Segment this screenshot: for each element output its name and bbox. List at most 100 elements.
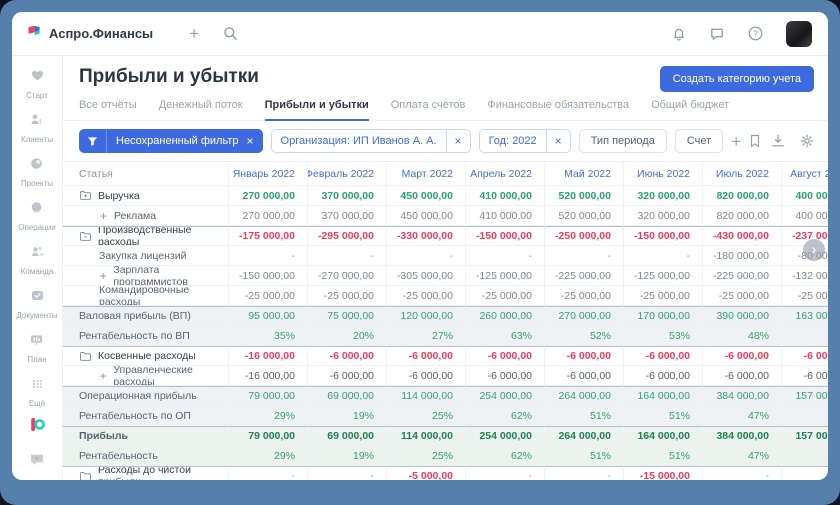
table-row-1[interactable]: +Реклама270 000,00370 000,00450 000,0041… <box>63 206 828 226</box>
value-cell: 254 000,00 <box>465 426 544 446</box>
remove-filter-icon[interactable]: × <box>244 134 263 148</box>
table-row-9[interactable]: +Управленческие расходы-16 000,00-6 000,… <box>63 366 828 386</box>
svg-text:?: ? <box>753 28 758 38</box>
value-cell: 260 000,00 <box>465 306 544 326</box>
avatar[interactable] <box>786 21 812 47</box>
column-header-month-6[interactable]: Июль 2022 <box>702 162 781 186</box>
create-category-button[interactable]: Создать категорию учета <box>660 66 814 92</box>
value-cell: 63% <box>465 326 544 346</box>
column-header-month-1[interactable]: Февраль 2022 <box>307 162 386 186</box>
sidebar-item-label: Операции <box>18 223 55 232</box>
sidebar-item-1[interactable]: Клиенты <box>21 112 53 144</box>
aspro-logo-icon[interactable] <box>29 416 46 438</box>
table-row-4[interactable]: +Зарплата программистов-150 000,00-270 0… <box>63 266 828 286</box>
folder-icon[interactable] <box>79 351 92 362</box>
tab-5[interactable]: Общий бюджет <box>651 99 729 121</box>
scroll-next-button[interactable]: › <box>803 239 825 261</box>
value-cell: 47% <box>702 406 781 426</box>
value-cell: 62% <box>465 446 544 466</box>
account-chip[interactable]: Счет <box>675 129 723 153</box>
value-cell: -25 000,00 <box>228 286 307 306</box>
row-label-cell: +Реклама <box>63 206 228 226</box>
sidebar-item-5[interactable]: Документы <box>16 288 57 320</box>
clients-icon <box>29 112 44 132</box>
sidebar-item-3[interactable]: Операции <box>18 200 55 232</box>
row-label: Закупка лицензий <box>99 250 186 262</box>
table-row-13[interactable]: Рентабельность29%19%25%62%51%51%47% <box>63 446 828 466</box>
create-quick-icon[interactable]: + <box>189 25 199 42</box>
table-row-12[interactable]: Прибыль79 000,0069 000,00114 000,00254 0… <box>63 426 828 446</box>
tab-0[interactable]: Все отчёты <box>79 99 137 121</box>
table-row-0[interactable]: Выручка270 000,00370 000,00450 000,00410… <box>63 186 828 206</box>
row-label-cell: Косвенные расходы <box>63 346 228 366</box>
sidebar-item-6[interactable]: План <box>27 332 46 364</box>
value-cell: - <box>623 246 702 266</box>
table-row-6[interactable]: Валовая прибыль (ВП)95 000,0075 000,0012… <box>63 306 828 326</box>
gear-icon[interactable] <box>800 134 814 148</box>
sidebar-item-4[interactable]: Команда <box>21 244 54 276</box>
value-cell: -6 000,00 <box>465 366 544 386</box>
value-cell: 51% <box>544 446 623 466</box>
value-cell: 157 000,00 <box>781 426 828 446</box>
expand-plus-icon[interactable]: + <box>99 269 107 283</box>
tab-4[interactable]: Финансовые обязательства <box>487 99 629 121</box>
brand[interactable]: Аспро.Финансы <box>26 24 153 43</box>
table-row-14[interactable]: Расходы до чистой прибыли---5 000,00---1… <box>63 466 828 480</box>
table-row-10[interactable]: Операционная прибыль79 000,0069 000,0011… <box>63 386 828 406</box>
value-cell: 114 000,00 <box>386 426 465 446</box>
table-row-5[interactable]: Командировочные расходы-25 000,00-25 000… <box>63 286 828 306</box>
value-cell: 51% <box>544 406 623 426</box>
download-icon[interactable] <box>771 134 785 148</box>
value-cell: 164 000,00 <box>623 386 702 406</box>
expand-plus-icon[interactable]: + <box>99 369 107 383</box>
search-icon[interactable] <box>223 26 238 41</box>
row-label-cell: Расходы до чистой прибыли <box>63 466 228 480</box>
bell-icon[interactable] <box>671 26 687 42</box>
support-chat-icon[interactable] <box>29 452 45 472</box>
row-label-cell: Производственные расходы <box>63 226 228 246</box>
value-cell: 75 000,00 <box>307 306 386 326</box>
tab-2[interactable]: Прибыли и убытки <box>265 99 369 121</box>
value-cell: 410 000,00 <box>465 186 544 206</box>
remove-organization-icon[interactable]: × <box>446 130 470 152</box>
row-label: Валовая прибыль (ВП) <box>79 310 191 322</box>
help-icon[interactable]: ? <box>747 25 764 42</box>
sidebar-item-0[interactable]: Старт <box>26 68 48 100</box>
column-header-month-2[interactable]: Март 2022 <box>386 162 465 186</box>
row-label-cell: Рентабельность по ВП <box>63 326 228 346</box>
row-label: Командировочные расходы <box>99 286 228 306</box>
table-row-8[interactable]: Косвенные расходы-16 000,00-6 000,00-6 0… <box>63 346 828 366</box>
table-row-11[interactable]: Рентабельность по ОП29%19%25%62%51%51%47… <box>63 406 828 426</box>
value-cell: 114 000,00 <box>386 386 465 406</box>
column-header-month-5[interactable]: Июнь 2022 <box>623 162 702 186</box>
column-header-month-4[interactable]: Май 2022 <box>544 162 623 186</box>
column-header-month-3[interactable]: Апрель 2022 <box>465 162 544 186</box>
column-header-month-0[interactable]: Январь 2022 <box>228 162 307 186</box>
app-window: Аспро.Финансы + ? <box>12 12 828 480</box>
sidebar-item-label: Команда <box>21 267 54 276</box>
expand-plus-icon[interactable]: + <box>99 209 108 223</box>
row-label: Рентабельность по ВП <box>79 330 190 342</box>
organization-chip[interactable]: Организация: ИП Иванов А. А. × <box>271 129 471 153</box>
table-row-3[interactable]: Закупка лицензий-------180 000,00-80 000… <box>63 246 828 266</box>
sidebar-item-7[interactable]: Ещё <box>29 376 45 408</box>
folder-icon[interactable] <box>79 471 92 481</box>
column-header-month-7[interactable]: Август 2022 <box>781 162 828 186</box>
chat-icon[interactable] <box>709 26 725 42</box>
year-chip[interactable]: Год: 2022 × <box>479 129 571 153</box>
unsaved-filter-chip[interactable]: Несохраненный фильтр × <box>79 129 263 153</box>
tab-1[interactable]: Денежный поток <box>159 99 243 121</box>
value-cell <box>781 326 828 346</box>
period-type-chip[interactable]: Тип периода <box>579 129 667 153</box>
add-filter-icon[interactable]: + <box>731 133 741 150</box>
folder-minus-icon[interactable] <box>79 231 92 242</box>
bookmark-icon[interactable] <box>749 134 761 148</box>
folder-plus-icon[interactable] <box>79 190 92 201</box>
table-row-2[interactable]: Производственные расходы-175 000,00-295 … <box>63 226 828 246</box>
tab-3[interactable]: Оплата счетов <box>391 99 466 121</box>
value-cell: -25 000,00 <box>386 286 465 306</box>
table-row-7[interactable]: Рентабельность по ВП35%20%27%63%52%53%48… <box>63 326 828 346</box>
value-cell: 51% <box>623 446 702 466</box>
remove-year-icon[interactable]: × <box>546 130 570 152</box>
sidebar-item-2[interactable]: Проекты <box>21 156 53 188</box>
